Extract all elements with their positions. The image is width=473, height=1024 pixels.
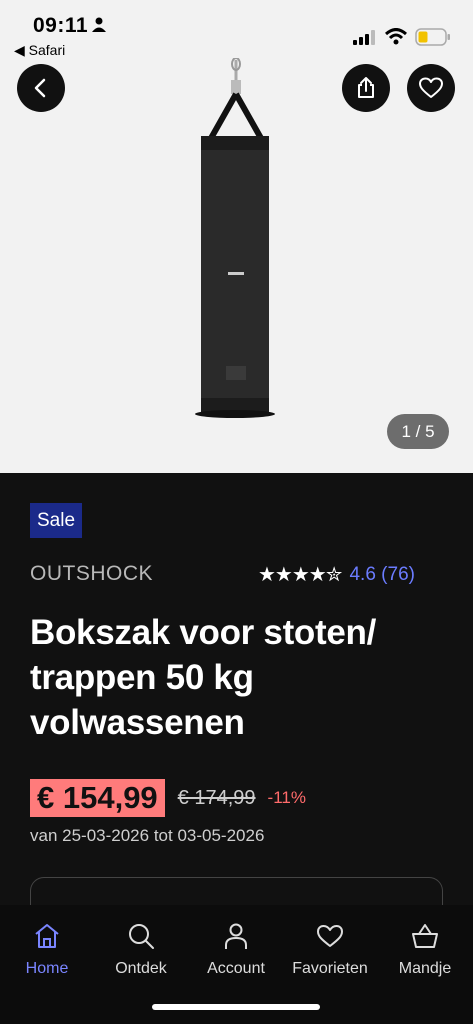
tab-label: Home [25, 960, 69, 977]
discount-percentage: -11% [267, 788, 306, 807]
favorite-button[interactable] [407, 64, 455, 112]
status-bar: 09:11 ◀ Safari [0, 0, 473, 60]
share-button[interactable] [342, 64, 390, 112]
person-icon [225, 923, 247, 949]
chevron-left-icon [34, 78, 46, 98]
tab-account[interactable]: Account [189, 921, 283, 978]
rating-stars: ★★★★✮ [258, 564, 342, 586]
signal-icon [353, 30, 375, 45]
tab-label: Ontdek [115, 960, 167, 977]
image-counter: 1 / 5 [387, 414, 449, 449]
person-icon [92, 17, 106, 32]
product-image-gallery[interactable] [0, 0, 473, 473]
brand-name[interactable]: OUTSHOCK [30, 562, 153, 586]
wifi-icon [385, 28, 407, 45]
rating-value[interactable]: 4.6 (76) [349, 564, 414, 586]
tab-favorieten[interactable]: Favorieten [283, 921, 377, 978]
search-icon [129, 924, 154, 949]
heart-icon [317, 925, 343, 947]
basket-icon [412, 924, 438, 948]
back-to-safari-link[interactable]: ◀ Safari [14, 42, 65, 59]
tab-mandje[interactable]: Mandje [378, 921, 472, 978]
tab-label: Favorieten [292, 960, 368, 977]
share-icon [358, 77, 374, 98]
back-button[interactable] [17, 64, 65, 112]
heart-icon [419, 77, 443, 98]
battery-icon [415, 28, 450, 46]
tab-label: Mandje [398, 960, 452, 977]
original-price: € 174,99 [177, 786, 256, 809]
price-row: € 154,99 € 174,99 -11% [30, 779, 306, 817]
product-rating[interactable]: ★★★★✮ 4.6 (76) [258, 562, 415, 587]
sale-badge: Sale [30, 503, 83, 538]
current-price: € 154,99 [30, 779, 165, 817]
tab-label: Account [207, 960, 265, 977]
tab-ontdek[interactable]: Ontdek [94, 921, 188, 978]
sale-date-range: van 25-03-2026 tot 03-05-2026 [30, 826, 265, 845]
home-indicator [152, 1004, 320, 1010]
tab-home[interactable]: Home [0, 921, 94, 978]
product-title: Bokszak voor stoten/ trappen 50 kg volwa… [30, 613, 377, 742]
clock: 09:11 [33, 14, 89, 37]
punching-bag-image [195, 58, 275, 418]
home-icon [35, 924, 59, 948]
